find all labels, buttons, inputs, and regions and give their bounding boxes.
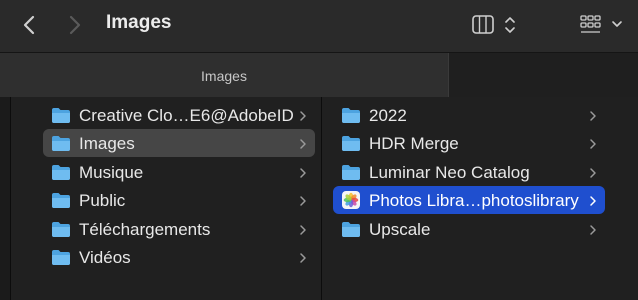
column-2-item[interactable]: Luminar Neo Catalog xyxy=(333,158,605,186)
forward-button[interactable] xyxy=(60,12,88,38)
photos-library-icon xyxy=(341,191,361,210)
column-1-item[interactable]: Creative Clo…E6@AdobeID xyxy=(43,101,315,129)
item-label: Images xyxy=(79,134,135,154)
back-button[interactable] xyxy=(16,12,44,38)
column-1-item[interactable]: Images xyxy=(43,129,315,158)
chevron-right-icon xyxy=(299,194,307,206)
tab-bar: Images xyxy=(0,52,638,99)
folder-icon xyxy=(341,106,361,124)
column-1-item[interactable]: Musique xyxy=(43,158,315,186)
chevron-right-icon xyxy=(589,166,597,178)
folder-icon xyxy=(341,163,361,181)
item-label: Public xyxy=(79,191,126,211)
item-label: Luminar Neo Catalog xyxy=(369,162,530,182)
chevron-right-icon xyxy=(589,194,597,206)
folder-icon xyxy=(341,134,361,152)
item-label: Upscale xyxy=(369,219,431,239)
group-button[interactable] xyxy=(578,12,628,38)
column-2[interactable]: 2022 HDR Merge Luminar Neo Catalog Photos L… xyxy=(322,97,638,300)
column-2-item[interactable]: HDR Merge xyxy=(333,129,605,157)
folder-icon xyxy=(51,220,71,238)
chevron-right-icon xyxy=(589,109,597,121)
item-label: Vidéos xyxy=(79,248,131,267)
folder-icon xyxy=(51,191,71,209)
toolbar: Images xyxy=(0,0,638,52)
chevron-left-icon xyxy=(23,15,35,35)
chevron-right-icon xyxy=(299,137,307,150)
item-label: Téléchargements xyxy=(79,219,211,239)
chevron-right-icon xyxy=(589,137,597,150)
column-1-item[interactable]: Téléchargements xyxy=(43,215,315,243)
chevron-right-icon xyxy=(69,15,81,35)
folder-icon xyxy=(341,220,361,238)
grid-view-icon xyxy=(580,15,622,33)
folder-icon xyxy=(51,248,71,266)
column-1-item[interactable]: Vidéos xyxy=(43,243,315,271)
item-label: HDR Merge xyxy=(369,134,459,154)
chevron-right-icon xyxy=(299,109,307,121)
chevron-right-icon xyxy=(589,223,597,235)
chevron-right-icon xyxy=(299,166,307,178)
view-mode-button[interactable] xyxy=(470,12,522,38)
tab-label: Images xyxy=(201,68,247,84)
previous-column[interactable] xyxy=(0,97,11,300)
item-label: Photos Libra…photoslibrary xyxy=(369,191,579,211)
column-1-item[interactable]: Public xyxy=(43,186,315,214)
chevron-right-icon xyxy=(299,251,307,263)
chevron-right-icon xyxy=(299,223,307,235)
column-view-icon xyxy=(472,15,515,34)
item-label: Creative Clo…E6@AdobeID xyxy=(79,106,294,125)
item-label: Musique xyxy=(79,162,144,182)
column-2-item[interactable]: 2022 xyxy=(333,101,605,129)
folder-icon xyxy=(51,106,71,124)
tab-bar-empty[interactable] xyxy=(449,53,638,98)
window-title: Images xyxy=(106,12,172,33)
column-2-item[interactable]: Upscale xyxy=(333,215,605,243)
tab-images[interactable]: Images xyxy=(0,53,449,98)
folder-icon xyxy=(51,163,71,181)
folder-icon xyxy=(51,134,71,152)
column-1[interactable]: Creative Clo…E6@AdobeID Images Musique Publ… xyxy=(11,97,322,300)
column-2-item[interactable]: Photos Libra…photoslibrary xyxy=(333,186,605,215)
item-label: 2022 xyxy=(369,106,407,125)
